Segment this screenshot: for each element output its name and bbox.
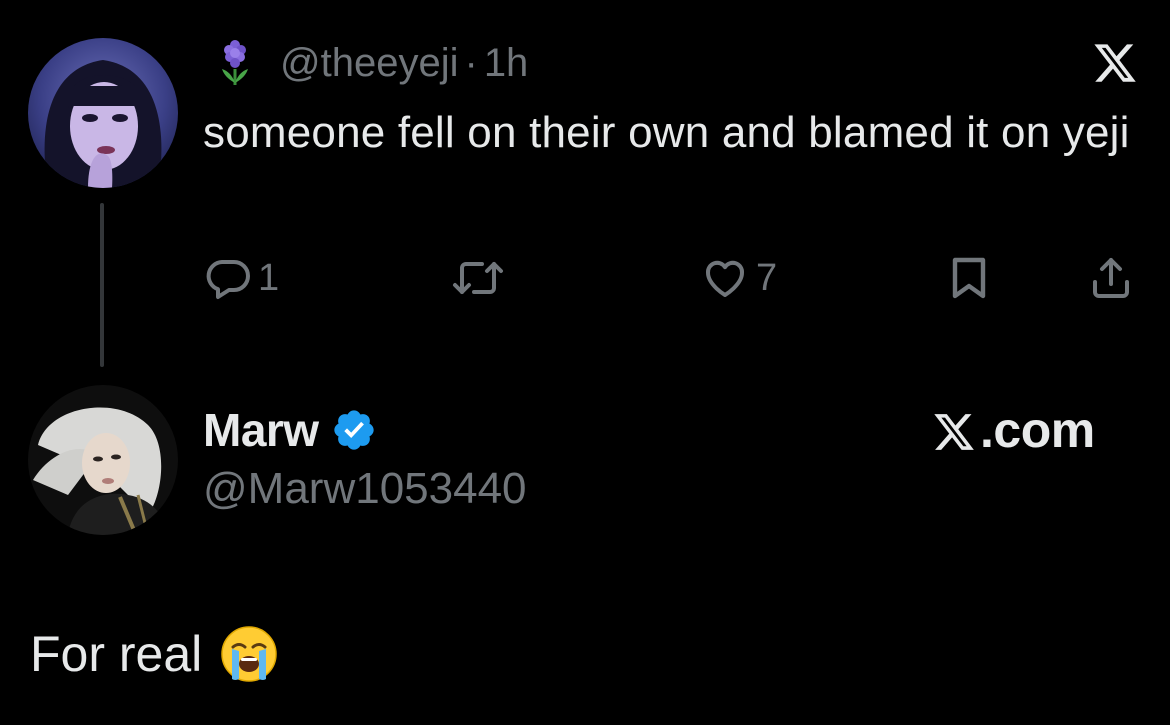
reply-count: 1: [258, 256, 280, 299]
xcom-watermark: .com: [932, 400, 1095, 460]
header-separator: ·: [464, 40, 478, 85]
reply-author-row: Marw: [203, 402, 377, 458]
x-logo-icon[interactable]: [1092, 40, 1138, 86]
loudly-crying-face-icon: [220, 625, 278, 683]
share-button[interactable]: [1086, 254, 1136, 302]
reply-author-avatar[interactable]: [28, 385, 178, 535]
quoted-author-avatar[interactable]: [28, 38, 178, 188]
hyacinth-icon: [218, 39, 252, 87]
quoted-tweet-time[interactable]: 1h: [484, 41, 529, 86]
reply-icon: [204, 254, 252, 302]
reply-text: For real: [30, 626, 203, 682]
xcom-label: .com: [980, 402, 1095, 458]
verified-badge-icon: [331, 407, 377, 453]
like-count: 7: [756, 256, 778, 299]
reply-button[interactable]: 1: [204, 254, 279, 302]
bookmark-icon: [945, 254, 993, 302]
retweet-button[interactable]: [450, 254, 506, 302]
heart-icon: [700, 254, 750, 302]
reply-text-row: For real: [30, 624, 278, 684]
x-logo-icon: [932, 408, 976, 452]
quoted-author-handle[interactable]: @theeyeji: [280, 41, 458, 86]
thread-connector-line: [100, 203, 104, 367]
reply-author-name[interactable]: Marw: [203, 403, 319, 457]
quoted-tweet-header: @theeyeji · 1h: [218, 38, 528, 88]
retweet-icon: [450, 254, 506, 302]
like-button[interactable]: 7: [700, 254, 777, 302]
bookmark-button[interactable]: [945, 254, 993, 302]
reply-author-handle[interactable]: @Marw1053440: [203, 464, 527, 514]
quoted-tweet-text: someone fell on their own and blamed it …: [203, 108, 1130, 157]
share-icon: [1086, 254, 1136, 302]
